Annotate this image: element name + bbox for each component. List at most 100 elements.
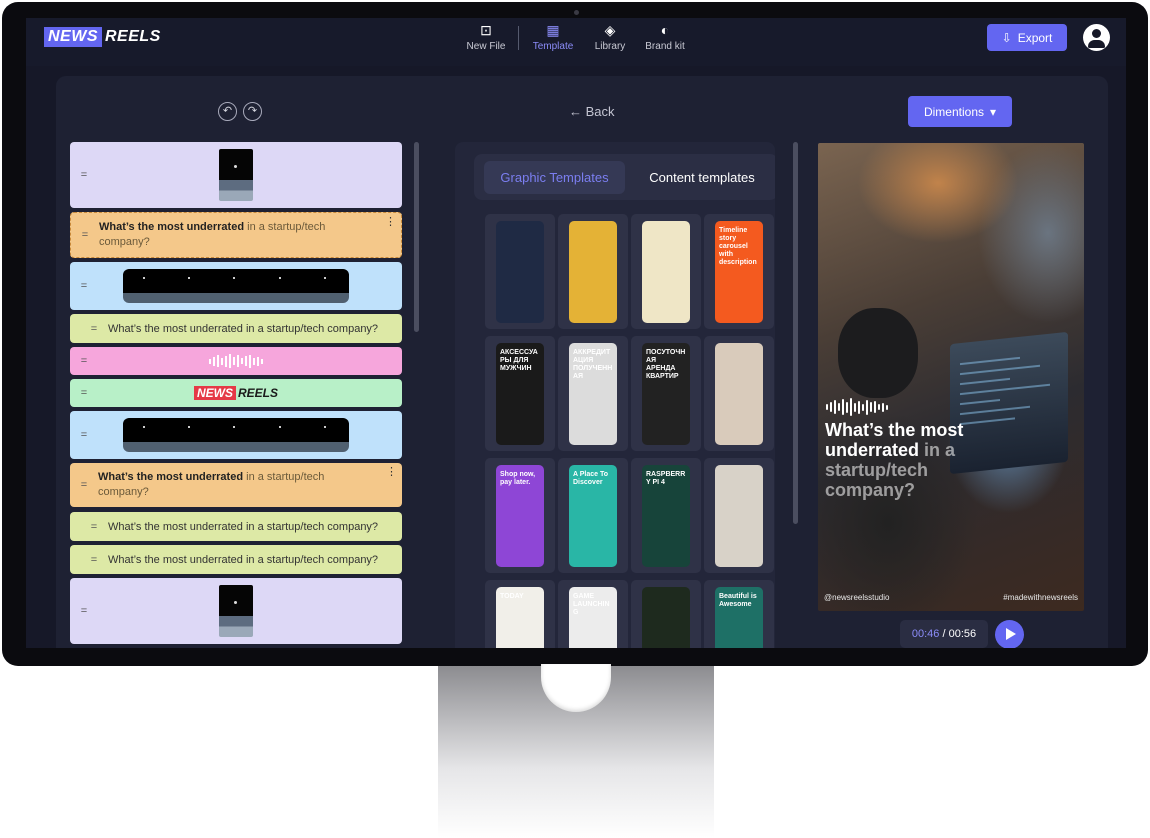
drag-handle-icon[interactable]: = (80, 554, 108, 566)
template-caption: Beautiful is Awesome (719, 593, 757, 608)
scene-item[interactable]: = (70, 262, 402, 310)
template-card[interactable]: TODAY (485, 580, 555, 648)
time-total: 00:56 (948, 628, 977, 640)
dimensions-label: Dimentions (923, 104, 984, 119)
drag-handle-icon[interactable]: = (70, 387, 98, 399)
template-card[interactable] (631, 580, 701, 648)
template-preview (642, 221, 690, 323)
template-card[interactable]: Shop now, pay later. (485, 458, 555, 573)
drag-handle-icon[interactable]: = (80, 521, 108, 533)
template-preview: Beautiful is Awesome (715, 587, 763, 648)
logo-reels: REELS (237, 386, 278, 400)
video-strip (123, 418, 349, 452)
template-caption: Shop now, pay later. (500, 471, 536, 486)
template-caption (715, 465, 763, 477)
template-card[interactable] (704, 336, 774, 451)
time-display: 00:46 / 00:56 (900, 620, 988, 648)
nav-brand-kit[interactable]: ◐ Brand kit (635, 22, 695, 52)
template-caption (642, 587, 690, 599)
template-caption (496, 221, 544, 233)
tab-content-templates[interactable]: Content templates (632, 161, 772, 194)
templates-scrollbar[interactable] (793, 142, 798, 524)
scene-item[interactable]: = What’s the most underrated in a startu… (70, 512, 402, 541)
template-card[interactable] (631, 214, 701, 329)
drag-handle-icon[interactable]: = (70, 280, 98, 292)
scene-text: What’s the most underrated in a startup/… (108, 520, 379, 533)
template-icon: ▦ (546, 22, 560, 38)
drag-handle-icon[interactable]: = (70, 169, 98, 181)
brand-logo: NEWS REELS (98, 386, 402, 400)
template-card[interactable]: RASPBERRY PI 4 (631, 458, 701, 573)
nav-template[interactable]: ▦ Template (523, 22, 583, 52)
template-caption (715, 343, 763, 355)
template-preview (715, 465, 763, 567)
template-card[interactable]: Timeline story carousel with description (704, 214, 774, 329)
logo-news: NEWS (193, 386, 236, 400)
tab-graphic-templates[interactable]: Graphic Templates (484, 161, 625, 194)
video-preview[interactable]: What’s the most underrated in a startup/… (818, 143, 1084, 611)
template-card[interactable]: A Place To Discover (558, 458, 628, 573)
more-options-icon[interactable]: ⋮ (385, 215, 396, 228)
scene-item[interactable]: = What’s the most underrated in a startu… (70, 212, 402, 258)
template-card[interactable]: ПОСУТОЧНАЯ АРЕНДА КВАРТИР (631, 336, 701, 451)
scene-item[interactable]: = What’s the most underrated in a startu… (70, 314, 402, 343)
template-card[interactable] (485, 214, 555, 329)
undo-icon[interactable]: ↶ (218, 102, 237, 121)
template-caption: A Place To Discover (573, 471, 609, 486)
drag-handle-icon[interactable]: = (70, 605, 98, 617)
template-caption: ПОСУТОЧНАЯ АРЕНДА КВАРТИР (646, 349, 686, 380)
user-avatar-icon[interactable] (1083, 24, 1110, 51)
app-screen: NEWS REELS ⊡ New File ▦ Template ◈ Libra… (26, 18, 1126, 648)
arrow-left-icon: ← (569, 104, 582, 119)
nav-library[interactable]: ◈ Library (580, 22, 640, 52)
scene-text: What’s the most underrated in a startup/… (99, 220, 349, 250)
template-card[interactable]: GAME LAUNCHING (558, 580, 628, 648)
template-caption: АКСЕССУАРЫ ДЛЯ МУЖЧИН (500, 349, 538, 372)
scene-item[interactable]: = (70, 347, 402, 375)
template-card[interactable] (558, 214, 628, 329)
text-strong: What’s the most underrated (99, 221, 245, 233)
scene-item[interactable]: = What’s the most underrated in a startu… (70, 463, 402, 507)
video-thumbnail (219, 585, 253, 637)
template-preview: RASPBERRY PI 4 (642, 465, 690, 567)
drag-handle-icon[interactable]: = (70, 355, 98, 367)
templates-panel: Graphic Templates Content templates Time… (455, 142, 775, 648)
template-preview (496, 221, 544, 323)
text-strong: What’s the most underrated (98, 471, 244, 483)
template-preview (715, 343, 763, 445)
scene-item[interactable]: = (70, 142, 402, 208)
scene-item[interactable]: = NEWS REELS (70, 379, 402, 407)
scene-item[interactable]: = What’s the most underrated in a startu… (70, 545, 402, 574)
redo-icon[interactable]: ↷ (243, 102, 262, 121)
dimensions-dropdown[interactable]: Dimentions ▾ (908, 96, 1012, 127)
template-preview: Timeline story carousel with description (715, 221, 763, 323)
video-thumbnail (219, 149, 253, 201)
more-options-icon[interactable]: ⋮ (386, 465, 397, 478)
template-caption: Timeline story carousel with description (719, 227, 757, 266)
template-card[interactable]: АККРЕДИТАЦИЯ ПОЛУЧЕННАЯ (558, 336, 628, 451)
person-image (838, 308, 918, 398)
drag-handle-icon[interactable]: = (71, 229, 99, 241)
new-file-icon: ⊡ (480, 22, 492, 38)
scene-list-scrollbar[interactable] (414, 142, 419, 332)
template-tabs: Graphic Templates Content templates (474, 154, 775, 200)
drag-handle-icon[interactable]: = (80, 323, 108, 335)
play-icon[interactable] (995, 620, 1024, 648)
scene-item[interactable]: = (70, 411, 402, 459)
app-logo[interactable]: NEWS REELS (44, 26, 161, 48)
scene-text: What’s the most underrated in a startup/… (108, 553, 379, 566)
monitor-frame: NEWS REELS ⊡ New File ▦ Template ◈ Libra… (2, 2, 1148, 666)
template-card[interactable]: Beautiful is Awesome (704, 580, 774, 648)
time-separator: / (939, 628, 949, 640)
template-card[interactable]: АКСЕССУАРЫ ДЛЯ МУЖЧИН (485, 336, 555, 451)
scene-item[interactable]: = (70, 578, 402, 644)
template-preview: A Place To Discover (569, 465, 617, 567)
template-card[interactable] (704, 458, 774, 573)
drag-handle-icon[interactable]: = (70, 479, 98, 491)
export-button[interactable]: ⇩ Export (987, 24, 1067, 51)
nav-new-file[interactable]: ⊡ New File (456, 22, 516, 52)
drag-handle-icon[interactable]: = (70, 429, 98, 441)
nav-divider (518, 26, 519, 50)
back-button[interactable]: ← Back (569, 104, 615, 119)
chevron-down-icon: ▾ (990, 104, 997, 119)
